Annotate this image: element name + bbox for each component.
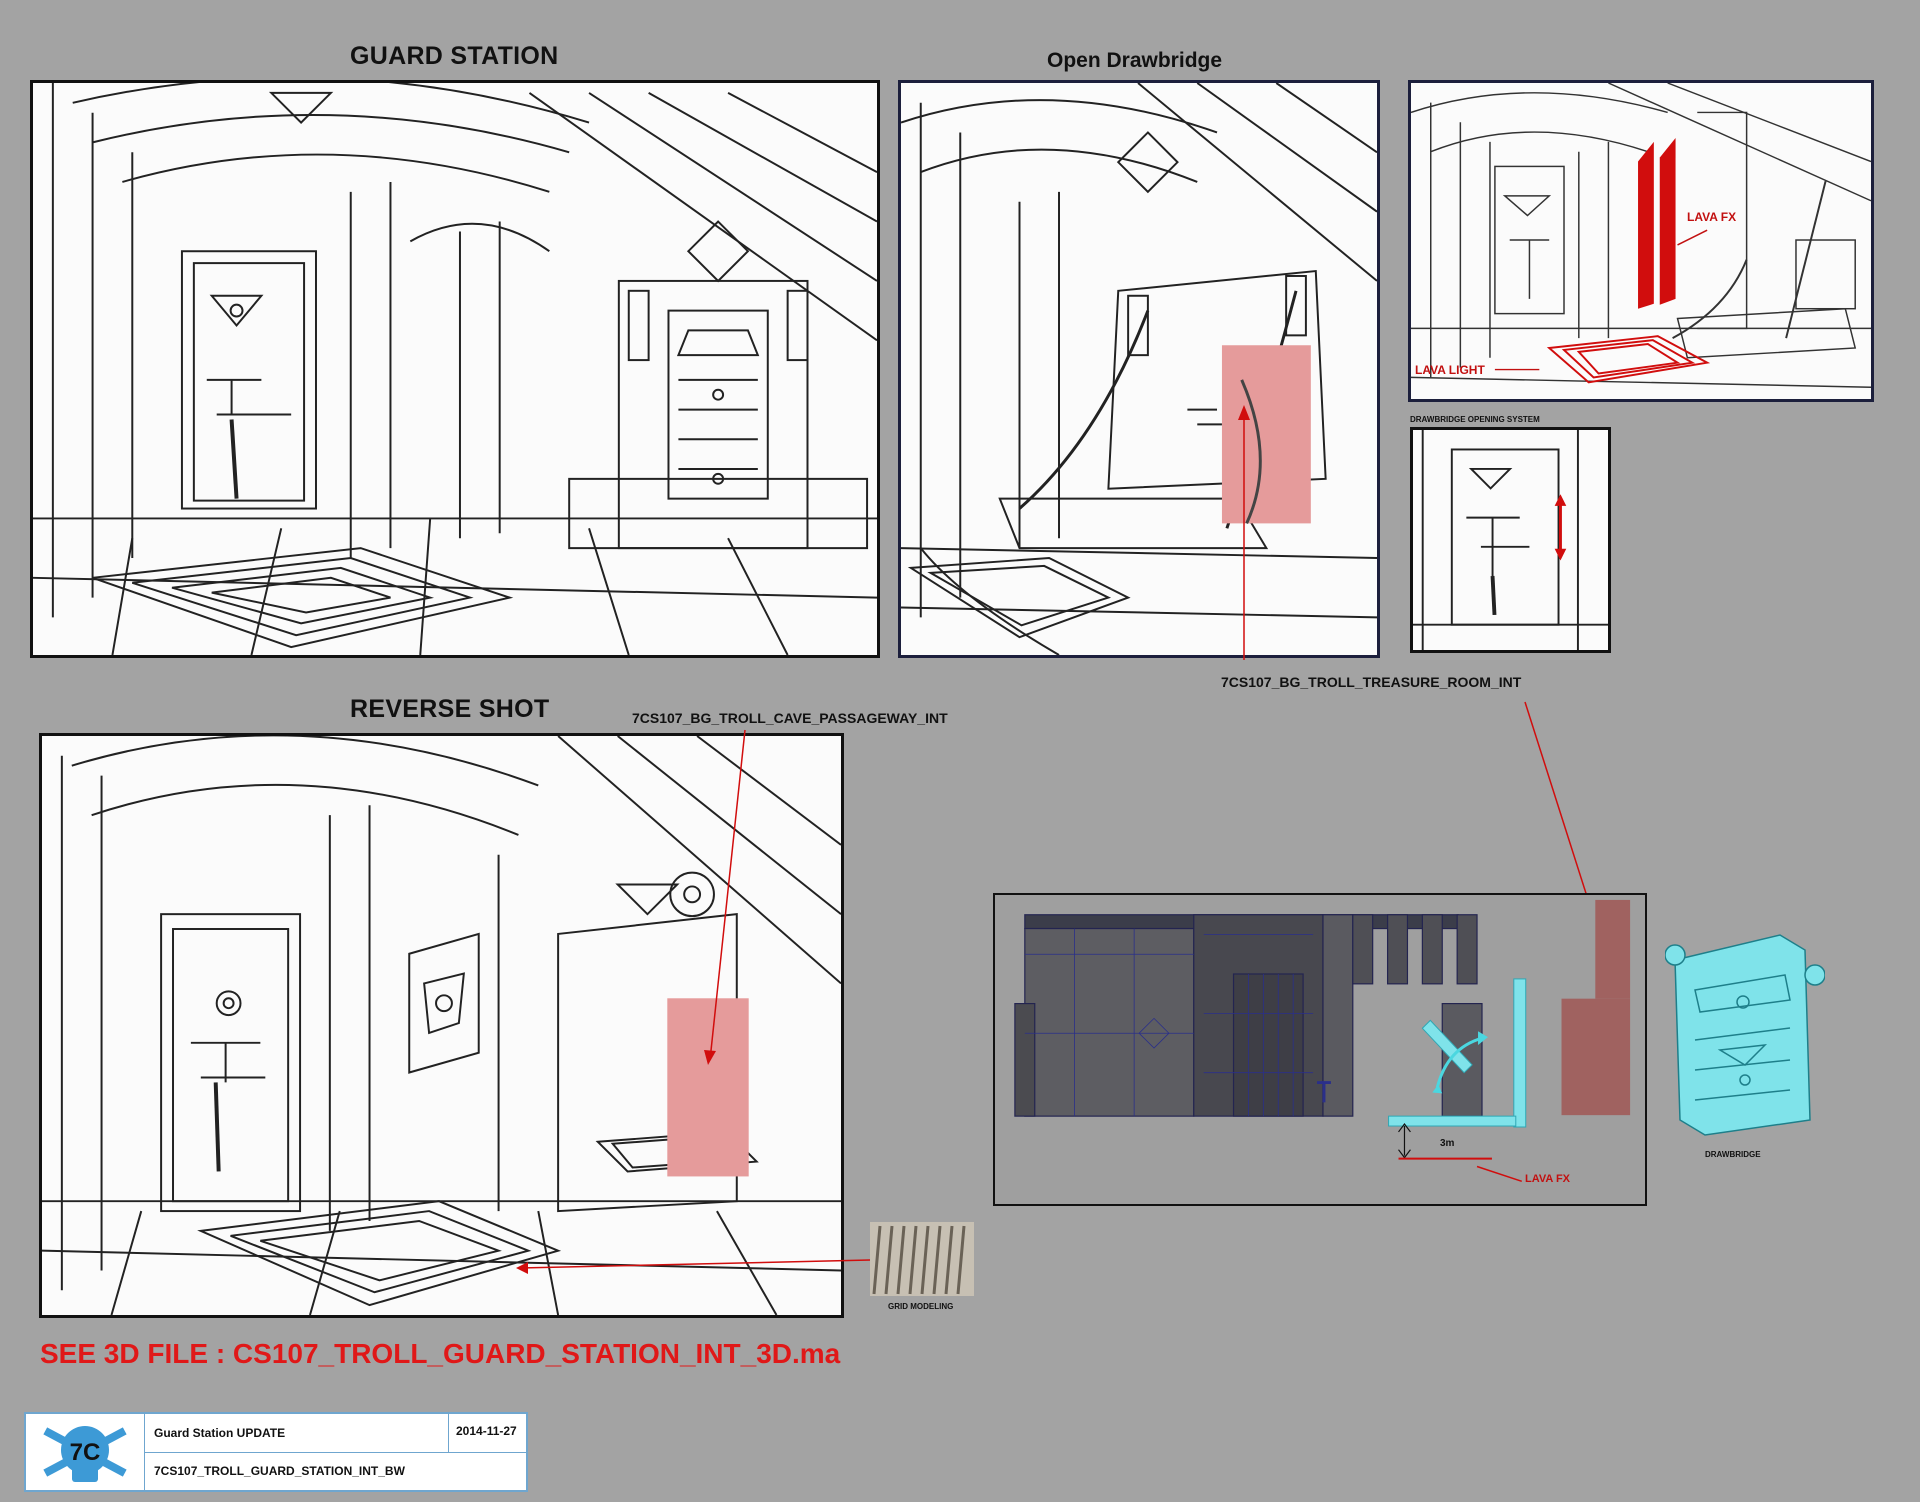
model-lava-fx-label: LAVA FX xyxy=(1525,1173,1571,1185)
title-block-divider xyxy=(144,1452,526,1453)
title-block-date: 2014-11-27 xyxy=(456,1424,517,1438)
title-block-date-divider xyxy=(448,1414,449,1452)
drawbridge-label: DRAWBRIDGE xyxy=(1705,1150,1761,1159)
studio-logo: 7C xyxy=(26,1414,145,1490)
title-block-subject: Guard Station UPDATE xyxy=(154,1426,286,1440)
title-block-filename: 7CS107_TROLL_GUARD_STATION_INT_BW xyxy=(154,1464,405,1478)
model-cross-section-drawing xyxy=(1014,899,1631,1182)
guard-station-sketch xyxy=(30,80,880,658)
title-block: 7C Guard Station UPDATE 2014-11-27 7CS10… xyxy=(24,1412,528,1492)
see-3d-file-note: SEE 3D FILE : CS107_TROLL_GUARD_STATION_… xyxy=(40,1338,841,1369)
treasure-room-label: 7CS107_BG_TROLL_TREASURE_ROOM_INT xyxy=(1221,674,1522,690)
guard-station-drawing xyxy=(33,83,877,655)
opening-system-drawing xyxy=(1413,430,1608,650)
drawbridge-model xyxy=(1665,934,1825,1136)
lava-fx-right-sheet xyxy=(1659,137,1676,305)
guard-station-title: GUARD STATION xyxy=(350,42,559,70)
model-cross-section: LAVA FX 3m xyxy=(993,893,1647,1206)
reverse-doorway-opening xyxy=(667,998,749,1177)
lava-fx-label: LAVA FX xyxy=(1687,210,1737,224)
lava-fx-left-sheet xyxy=(1638,141,1654,309)
lava-view-drawing xyxy=(1411,83,1871,388)
reverse-shot-sketch xyxy=(39,733,844,1318)
cave-passageway-label: 7CS107_BG_TROLL_CAVE_PASSAGEWAY_INT xyxy=(632,710,948,726)
reverse-shot-drawing xyxy=(42,736,841,1315)
model-height-label: 3m xyxy=(1440,1138,1455,1149)
grid-modeling-thumbnail xyxy=(870,1222,974,1296)
opening-system-sketch xyxy=(1410,427,1611,653)
lava-view-sketch: LAVA FX LAVA LIGHT xyxy=(1408,80,1874,402)
open-drawbridge-drawing xyxy=(901,83,1377,655)
grid-modeling-label: GRID MODELING xyxy=(888,1302,954,1311)
reverse-shot-title: REVERSE SHOT xyxy=(350,695,550,723)
opening-system-caption: DRAWBRIDGE OPENING SYSTEM xyxy=(1410,415,1540,424)
open-drawbridge-sketch xyxy=(898,80,1380,658)
drawbridge-doorway-opening xyxy=(1221,345,1311,524)
open-drawbridge-title: Open Drawbridge xyxy=(1047,49,1223,72)
lava-light-label: LAVA LIGHT xyxy=(1415,363,1485,377)
logo-text: 7C xyxy=(70,1439,101,1466)
